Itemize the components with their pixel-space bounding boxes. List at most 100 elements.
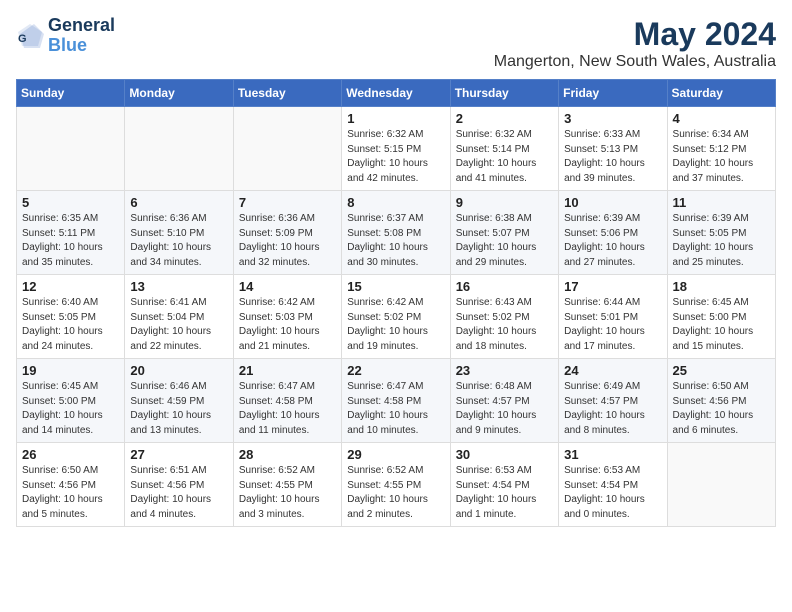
col-header-sunday: Sunday bbox=[17, 80, 125, 107]
calendar-cell: 17 Sunrise: 6:44 AM Sunset: 5:01 PM Dayli… bbox=[559, 275, 667, 359]
day-number: 7 bbox=[239, 195, 336, 210]
day-number: 6 bbox=[130, 195, 227, 210]
calendar-cell: 15 Sunrise: 6:42 AM Sunset: 5:02 PM Dayli… bbox=[342, 275, 450, 359]
day-number: 1 bbox=[347, 111, 444, 126]
calendar-cell: 4 Sunrise: 6:34 AM Sunset: 5:12 PM Daylig… bbox=[667, 107, 775, 191]
day-number: 12 bbox=[22, 279, 119, 294]
day-number: 20 bbox=[130, 363, 227, 378]
day-info: Sunrise: 6:36 AM Sunset: 5:09 PM Dayligh… bbox=[239, 212, 336, 270]
day-info: Sunrise: 6:36 AM Sunset: 5:10 PM Dayligh… bbox=[130, 212, 227, 270]
day-number: 5 bbox=[22, 195, 119, 210]
day-number: 26 bbox=[22, 447, 119, 462]
day-info: Sunrise: 6:38 AM Sunset: 5:07 PM Dayligh… bbox=[456, 212, 553, 270]
day-info: Sunrise: 6:53 AM Sunset: 4:54 PM Dayligh… bbox=[564, 464, 661, 522]
calendar-cell: 11 Sunrise: 6:39 AM Sunset: 5:05 PM Dayli… bbox=[667, 191, 775, 275]
day-number: 23 bbox=[456, 363, 553, 378]
day-info: Sunrise: 6:48 AM Sunset: 4:57 PM Dayligh… bbox=[456, 380, 553, 438]
day-number: 21 bbox=[239, 363, 336, 378]
svg-text:G: G bbox=[18, 33, 27, 45]
calendar-cell: 19 Sunrise: 6:45 AM Sunset: 5:00 PM Dayli… bbox=[17, 359, 125, 443]
calendar-week-row: 26 Sunrise: 6:50 AM Sunset: 4:56 PM Dayli… bbox=[17, 443, 776, 527]
day-info: Sunrise: 6:42 AM Sunset: 5:02 PM Dayligh… bbox=[347, 296, 444, 354]
calendar-cell: 24 Sunrise: 6:49 AM Sunset: 4:57 PM Dayli… bbox=[559, 359, 667, 443]
logo: G GeneralBlue bbox=[16, 16, 115, 56]
calendar-week-row: 19 Sunrise: 6:45 AM Sunset: 5:00 PM Dayli… bbox=[17, 359, 776, 443]
col-header-monday: Monday bbox=[125, 80, 233, 107]
day-number: 22 bbox=[347, 363, 444, 378]
calendar-cell: 30Sunrise: 6:53 AM Sunset: 4:54 PM Dayli… bbox=[450, 443, 558, 527]
day-info: Sunrise: 6:37 AM Sunset: 5:08 PM Dayligh… bbox=[347, 212, 444, 270]
day-info: Sunrise: 6:45 AM Sunset: 5:00 PM Dayligh… bbox=[673, 296, 770, 354]
day-info: Sunrise: 6:42 AM Sunset: 5:03 PM Dayligh… bbox=[239, 296, 336, 354]
calendar-cell: 26 Sunrise: 6:50 AM Sunset: 4:56 PM Dayli… bbox=[17, 443, 125, 527]
day-number: 8 bbox=[347, 195, 444, 210]
day-info: Sunrise: 6:51 AM Sunset: 4:56 PM Dayligh… bbox=[130, 464, 227, 522]
day-info: Sunrise: 6:41 AM Sunset: 5:04 PM Dayligh… bbox=[130, 296, 227, 354]
day-number: 15 bbox=[347, 279, 444, 294]
calendar-cell: 10Sunrise: 6:39 AM Sunset: 5:06 PM Dayli… bbox=[559, 191, 667, 275]
col-header-thursday: Thursday bbox=[450, 80, 558, 107]
calendar-cell: 9Sunrise: 6:38 AM Sunset: 5:07 PM Daylig… bbox=[450, 191, 558, 275]
day-number: 11 bbox=[673, 195, 770, 210]
calendar-cell: 13 Sunrise: 6:41 AM Sunset: 5:04 PM Dayli… bbox=[125, 275, 233, 359]
day-number: 27 bbox=[130, 447, 227, 462]
calendar-cell: 5Sunrise: 6:35 AM Sunset: 5:11 PM Daylig… bbox=[17, 191, 125, 275]
day-number: 31 bbox=[564, 447, 661, 462]
day-number: 29 bbox=[347, 447, 444, 462]
calendar-cell: 21 Sunrise: 6:47 AM Sunset: 4:58 PM Dayli… bbox=[233, 359, 341, 443]
day-number: 19 bbox=[22, 363, 119, 378]
day-info: Sunrise: 6:47 AM Sunset: 4:58 PM Dayligh… bbox=[347, 380, 444, 438]
month-year-title: May 2024 bbox=[494, 16, 776, 53]
calendar-week-row: 1 Sunrise: 6:32 AM Sunset: 5:15 PM Daylig… bbox=[17, 107, 776, 191]
day-info: Sunrise: 6:53 AM Sunset: 4:54 PM Dayligh… bbox=[456, 464, 553, 522]
day-number: 14 bbox=[239, 279, 336, 294]
day-info: Sunrise: 6:47 AM Sunset: 4:58 PM Dayligh… bbox=[239, 380, 336, 438]
calendar-cell: 14 Sunrise: 6:42 AM Sunset: 5:03 PM Dayli… bbox=[233, 275, 341, 359]
day-info: Sunrise: 6:52 AM Sunset: 4:55 PM Dayligh… bbox=[347, 464, 444, 522]
day-info: Sunrise: 6:45 AM Sunset: 5:00 PM Dayligh… bbox=[22, 380, 119, 438]
day-number: 17 bbox=[564, 279, 661, 294]
calendar-week-row: 5Sunrise: 6:35 AM Sunset: 5:11 PM Daylig… bbox=[17, 191, 776, 275]
day-info: Sunrise: 6:34 AM Sunset: 5:12 PM Dayligh… bbox=[673, 128, 770, 186]
logo-icon: G bbox=[16, 22, 44, 50]
calendar-header-row: SundayMondayTuesdayWednesdayThursdayFrid… bbox=[17, 80, 776, 107]
day-number: 16 bbox=[456, 279, 553, 294]
calendar-cell: 8 Sunrise: 6:37 AM Sunset: 5:08 PM Daylig… bbox=[342, 191, 450, 275]
day-number: 24 bbox=[564, 363, 661, 378]
calendar-cell: 1 Sunrise: 6:32 AM Sunset: 5:15 PM Daylig… bbox=[342, 107, 450, 191]
day-info: Sunrise: 6:39 AM Sunset: 5:06 PM Dayligh… bbox=[564, 212, 661, 270]
calendar-cell: 18Sunrise: 6:45 AM Sunset: 5:00 PM Dayli… bbox=[667, 275, 775, 359]
day-number: 25 bbox=[673, 363, 770, 378]
calendar-cell: 7 Sunrise: 6:36 AM Sunset: 5:09 PM Daylig… bbox=[233, 191, 341, 275]
calendar-cell: 16 Sunrise: 6:43 AM Sunset: 5:02 PM Dayli… bbox=[450, 275, 558, 359]
calendar-cell: 29 Sunrise: 6:52 AM Sunset: 4:55 PM Dayli… bbox=[342, 443, 450, 527]
day-info: Sunrise: 6:32 AM Sunset: 5:14 PM Dayligh… bbox=[456, 128, 553, 186]
calendar-cell: 12 Sunrise: 6:40 AM Sunset: 5:05 PM Dayli… bbox=[17, 275, 125, 359]
calendar-cell: 25 Sunrise: 6:50 AM Sunset: 4:56 PM Dayli… bbox=[667, 359, 775, 443]
day-info: Sunrise: 6:50 AM Sunset: 4:56 PM Dayligh… bbox=[673, 380, 770, 438]
day-info: Sunrise: 6:50 AM Sunset: 4:56 PM Dayligh… bbox=[22, 464, 119, 522]
day-number: 2 bbox=[456, 111, 553, 126]
col-header-saturday: Saturday bbox=[667, 80, 775, 107]
calendar-cell: 31 Sunrise: 6:53 AM Sunset: 4:54 PM Dayli… bbox=[559, 443, 667, 527]
calendar-cell bbox=[667, 443, 775, 527]
calendar-cell: 23 Sunrise: 6:48 AM Sunset: 4:57 PM Dayli… bbox=[450, 359, 558, 443]
col-header-wednesday: Wednesday bbox=[342, 80, 450, 107]
calendar-cell: 28Sunrise: 6:52 AM Sunset: 4:55 PM Dayli… bbox=[233, 443, 341, 527]
calendar-cell: 27 Sunrise: 6:51 AM Sunset: 4:56 PM Dayli… bbox=[125, 443, 233, 527]
day-info: Sunrise: 6:32 AM Sunset: 5:15 PM Dayligh… bbox=[347, 128, 444, 186]
day-info: Sunrise: 6:43 AM Sunset: 5:02 PM Dayligh… bbox=[456, 296, 553, 354]
day-info: Sunrise: 6:44 AM Sunset: 5:01 PM Dayligh… bbox=[564, 296, 661, 354]
logo-text: GeneralBlue bbox=[48, 16, 115, 56]
calendar-cell bbox=[17, 107, 125, 191]
calendar-table: SundayMondayTuesdayWednesdayThursdayFrid… bbox=[16, 79, 776, 527]
calendar-cell: 3Sunrise: 6:33 AM Sunset: 5:13 PM Daylig… bbox=[559, 107, 667, 191]
calendar-cell bbox=[125, 107, 233, 191]
day-info: Sunrise: 6:49 AM Sunset: 4:57 PM Dayligh… bbox=[564, 380, 661, 438]
day-number: 4 bbox=[673, 111, 770, 126]
calendar-cell bbox=[233, 107, 341, 191]
day-number: 13 bbox=[130, 279, 227, 294]
day-info: Sunrise: 6:40 AM Sunset: 5:05 PM Dayligh… bbox=[22, 296, 119, 354]
day-info: Sunrise: 6:46 AM Sunset: 4:59 PM Dayligh… bbox=[130, 380, 227, 438]
day-info: Sunrise: 6:39 AM Sunset: 5:05 PM Dayligh… bbox=[673, 212, 770, 270]
